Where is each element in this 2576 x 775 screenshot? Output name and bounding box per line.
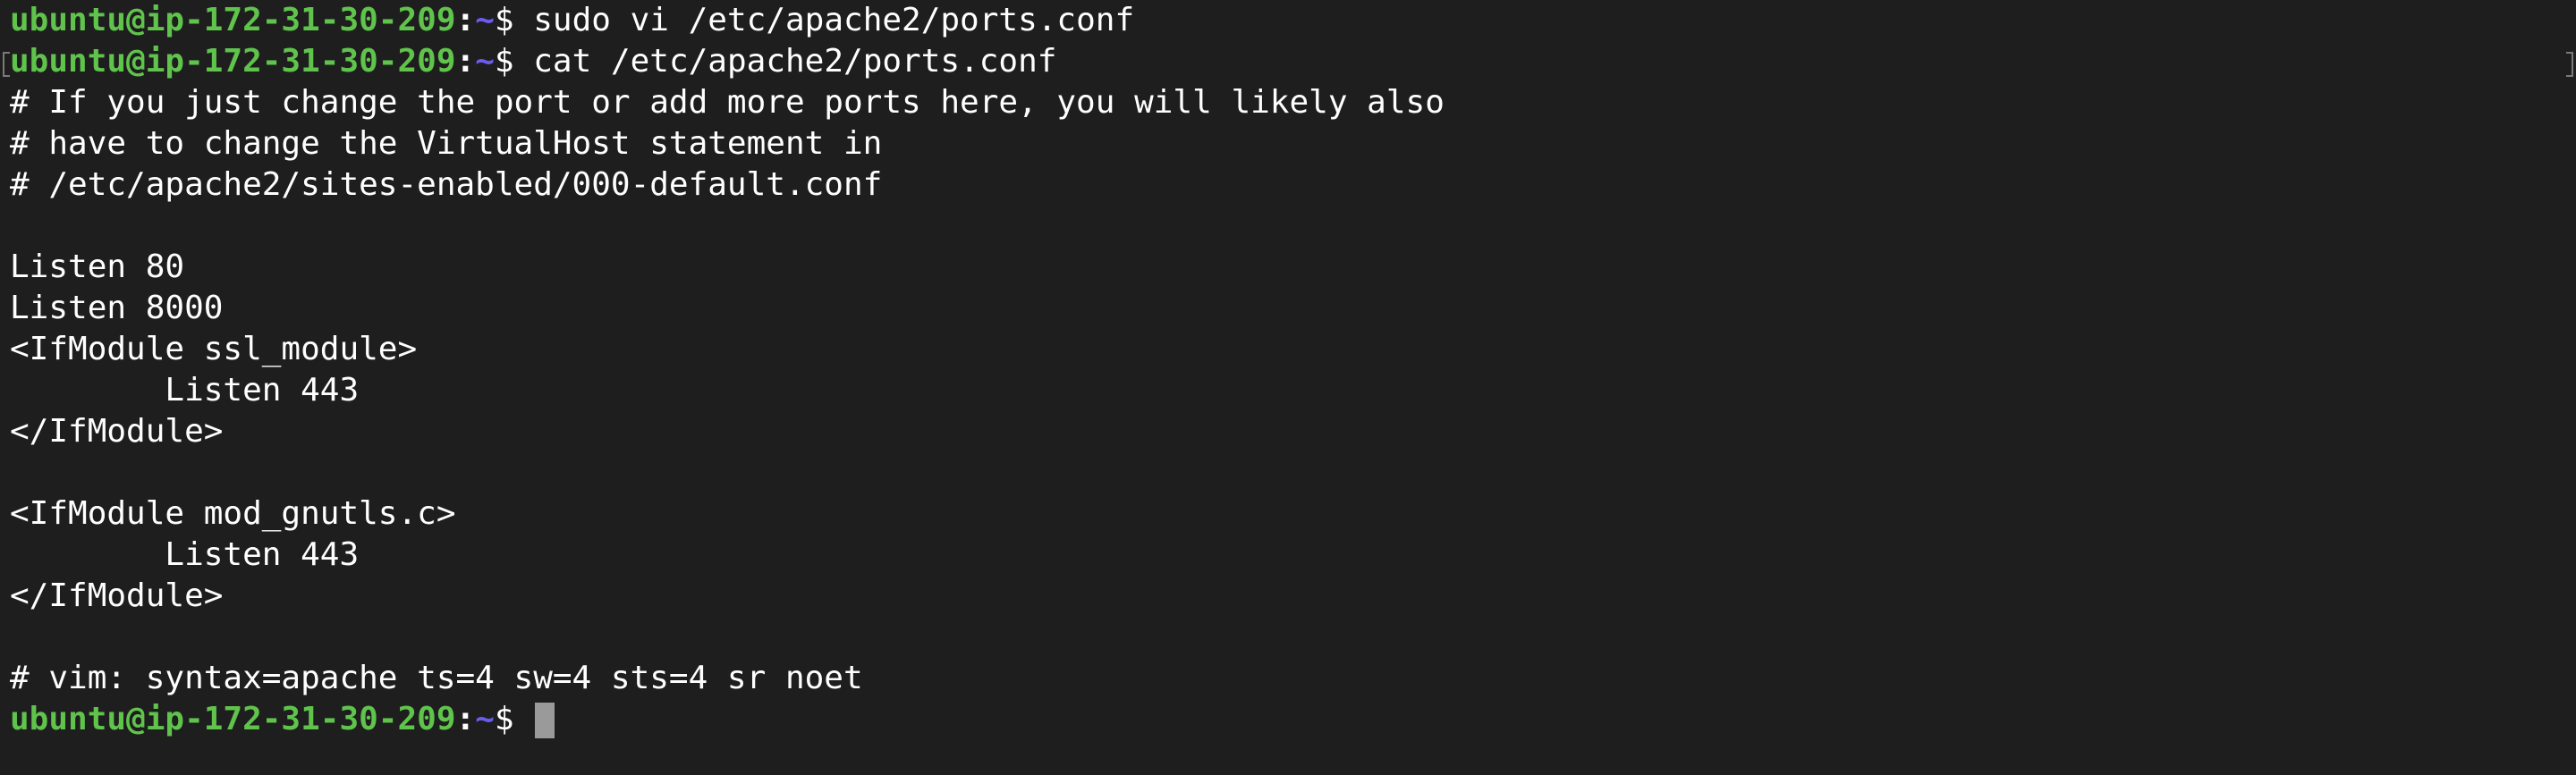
text-cursor[interactable] bbox=[535, 703, 555, 738]
prompt-line-2: ubuntu@ip-172-31-30-209:~$ cat /etc/apac… bbox=[10, 41, 2566, 82]
output-line: # If you just change the port or add mor… bbox=[10, 84, 1445, 121]
prompt-symbol: $ bbox=[494, 701, 514, 737]
output-line: # /etc/apache2/sites-enabled/000-default… bbox=[10, 166, 883, 203]
mark-bracket-right bbox=[2566, 52, 2573, 77]
output-line: Listen 80 bbox=[10, 249, 185, 285]
output-line: # vim: syntax=apache ts=4 sw=4 sts=4 sr … bbox=[10, 660, 863, 696]
output-line: Listen 443 bbox=[10, 536, 360, 573]
command-text: sudo vi /etc/apache2/ports.conf bbox=[513, 2, 1135, 38]
prompt-path: ~ bbox=[475, 43, 495, 80]
prompt-colon: : bbox=[455, 2, 476, 38]
mark-bracket-left bbox=[3, 52, 10, 77]
terminal-window[interactable]: ubuntu@ip-172-31-30-209:~$ sudo vi /etc/… bbox=[0, 0, 2576, 775]
prompt-colon: : bbox=[455, 43, 476, 80]
prompt-user-host: ubuntu@ip-172-31-30-209 bbox=[10, 43, 456, 80]
output-line: # have to change the VirtualHost stateme… bbox=[10, 125, 883, 162]
prompt-user-host: ubuntu@ip-172-31-30-209 bbox=[10, 701, 456, 737]
prompt-path: ~ bbox=[475, 701, 495, 737]
output-line: Listen 443 bbox=[10, 372, 360, 409]
output-line: <IfModule mod_gnutls.c> bbox=[10, 495, 456, 532]
prompt-user-host: ubuntu@ip-172-31-30-209 bbox=[10, 2, 456, 38]
prompt-colon: : bbox=[455, 701, 476, 737]
prompt-line-1: ubuntu@ip-172-31-30-209:~$ sudo vi /etc/… bbox=[10, 0, 2566, 41]
output-line: <IfModule ssl_module> bbox=[10, 331, 418, 367]
command-text: cat /etc/apache2/ports.conf bbox=[513, 43, 1057, 80]
output-line: </IfModule> bbox=[10, 413, 224, 450]
output-line: Listen 8000 bbox=[10, 290, 224, 326]
prompt-path: ~ bbox=[475, 2, 495, 38]
prompt-line-active[interactable]: ubuntu@ip-172-31-30-209:~$ bbox=[10, 699, 2566, 740]
output-line: </IfModule> bbox=[10, 577, 224, 614]
prompt-symbol: $ bbox=[494, 2, 514, 38]
prompt-symbol: $ bbox=[494, 43, 514, 80]
